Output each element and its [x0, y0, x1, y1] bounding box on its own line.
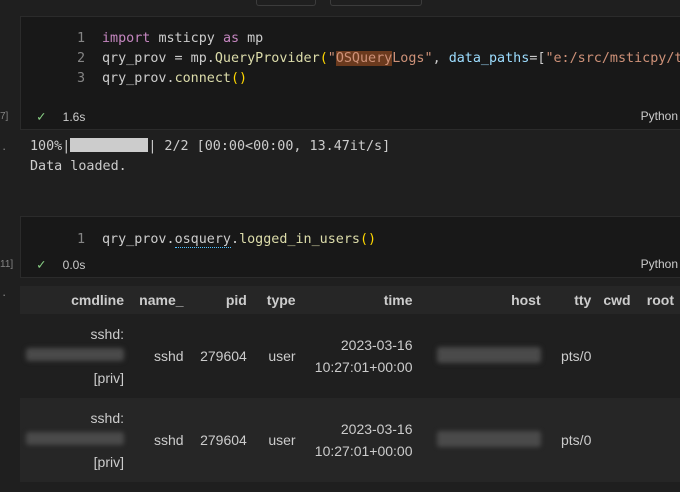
cell-name: sshd: [130, 314, 190, 398]
cell-cwd: [597, 314, 637, 398]
column-header: time: [301, 286, 419, 314]
column-header: cmdline: [20, 286, 130, 314]
progress-stats: | 2/2 [00:00<00:00, 13.47it/s]: [148, 139, 391, 154]
cell-type: user: [252, 314, 302, 398]
execution-count: 7]: [0, 111, 9, 122]
line-number: 3: [76, 71, 85, 86]
code-text: .: [231, 232, 240, 247]
cell-toolbar-button[interactable]: [330, 0, 422, 6]
cmdline-text: [priv]: [93, 370, 124, 386]
alias-name: mp: [247, 31, 264, 46]
cmdline-text: [priv]: [93, 454, 124, 470]
paren: (): [360, 232, 377, 247]
function-name: logged_in_users: [239, 232, 360, 247]
execution-time: 1.6s: [62, 110, 86, 124]
code-cell-2[interactable]: 1 qry_prov.osquery.logged_in_users() ✓ 0…: [20, 216, 680, 278]
output-text: Data loaded.: [30, 159, 127, 174]
cell-pid: 279604: [189, 314, 253, 398]
cell-name: sshd: [130, 398, 190, 482]
cell-root: [636, 398, 680, 482]
cell-time: 2023-03-16 10:27:01+00:00: [301, 314, 419, 398]
dataframe-table: cmdline name_ pid type time host tty cwd…: [20, 286, 680, 482]
code-text: qry_prov.: [102, 232, 175, 247]
line-number: 1: [76, 31, 85, 46]
paren: (: [319, 51, 328, 66]
cell-type: user: [252, 398, 302, 482]
code-text: =[: [529, 51, 546, 66]
cell-tty: pts/0: [546, 314, 598, 398]
column-header: cwd: [597, 286, 637, 314]
function-name: connect: [174, 71, 231, 86]
output-gutter: ·: [2, 287, 7, 302]
module-name: msticpy: [158, 31, 215, 46]
function-name: QueryProvider: [214, 51, 320, 66]
table-header-row: cmdline name_ pid type time host tty cwd…: [20, 286, 680, 314]
code-cell-1[interactable]: 1 import msticpy as mp 2 qry_prov = mp.Q…: [20, 16, 680, 130]
keyword: as: [222, 31, 240, 46]
column-header: name_: [130, 286, 190, 314]
cell-tty: pts/0: [546, 398, 598, 482]
cmdline-text: sshd:: [90, 326, 124, 342]
table-row: sshd: [priv] sshd 279604 user 2023-03-16…: [20, 314, 680, 398]
line-number: 2: [76, 51, 85, 66]
cell-status: ✓ 1.6s: [37, 107, 85, 127]
time-date: 2023-03-16: [340, 337, 413, 353]
language-picker[interactable]: Python: [641, 109, 678, 123]
redacted-host: [436, 346, 541, 363]
time-clock: 10:27:01+00:00: [314, 359, 413, 375]
progress-percent: 100%|: [30, 139, 71, 154]
attribute-name: osquery: [174, 232, 231, 248]
column-header: root: [636, 286, 680, 314]
string-highlight: OSQuery: [335, 51, 393, 66]
keyword: import: [102, 31, 151, 46]
cell-host: [418, 398, 547, 482]
cell-toolbar-button[interactable]: [256, 0, 316, 6]
column-header: tty: [546, 286, 598, 314]
time-date: 2023-03-16: [340, 421, 413, 437]
cell-cmdline: sshd: [priv]: [20, 314, 130, 398]
string: ": [327, 51, 336, 66]
language-picker[interactable]: Python: [641, 257, 678, 271]
code-text: qry_prov.: [102, 71, 175, 86]
paren: (): [231, 71, 248, 86]
cell-root: [636, 314, 680, 398]
cell-pid: 279604: [189, 398, 253, 482]
cell-status: ✓ 0.0s: [37, 255, 85, 275]
progress-output: 100%| | 2/2 [00:00<00:00, 13.47it/s]: [30, 137, 390, 157]
column-header: pid: [189, 286, 253, 314]
string: Logs": [392, 51, 433, 66]
line-number: 1: [76, 232, 85, 247]
check-icon: ✓: [37, 109, 46, 125]
column-header: type: [252, 286, 302, 314]
code-text: ,: [432, 51, 449, 66]
table-row: sshd: [priv] sshd 279604 user 2023-03-16…: [20, 398, 680, 482]
cmdline-text: sshd:: [90, 410, 124, 426]
progress-bar: [70, 138, 149, 152]
code-text: qry_prov = mp.: [102, 51, 215, 66]
check-icon: ✓: [37, 257, 46, 273]
redacted-user: [26, 432, 124, 445]
column-header: host: [418, 286, 547, 314]
param-name: data_paths: [448, 51, 530, 66]
output-gutter: ·: [2, 141, 7, 156]
string: "e:/src/msticpy/test: [545, 51, 680, 66]
cell-host: [418, 314, 547, 398]
redacted-user: [26, 348, 124, 361]
cell-time: 2023-03-16 10:27:01+00:00: [301, 398, 419, 482]
time-clock: 10:27:01+00:00: [314, 443, 413, 459]
execution-count: 11]: [0, 259, 14, 270]
cell-cmdline: sshd: [priv]: [20, 398, 130, 482]
execution-time: 0.0s: [62, 258, 86, 272]
redacted-host: [436, 430, 541, 447]
cell-cwd: [597, 398, 637, 482]
